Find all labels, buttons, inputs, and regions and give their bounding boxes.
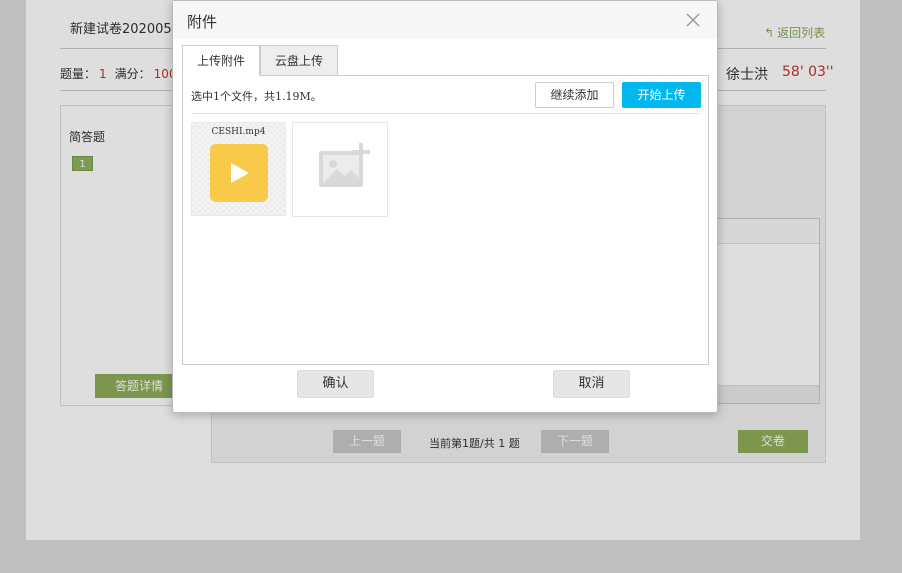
add-file-tile[interactable]	[292, 122, 388, 217]
file-thumbnail[interactable]: CESHI.mp4	[191, 122, 286, 216]
tab-cloud-upload[interactable]: 云盘上传	[260, 45, 338, 76]
upload-area: 选中1个文件，共1.19M。 继续添加 开始上传 CESHI.mp4	[182, 75, 709, 365]
dialog-header: 附件	[173, 1, 717, 39]
selection-summary: 选中1个文件，共1.19M。	[191, 90, 322, 103]
upload-divider	[191, 113, 701, 114]
cancel-button[interactable]: 取消	[553, 370, 630, 398]
add-image-icon	[319, 143, 370, 187]
confirm-button[interactable]: 确认	[297, 370, 374, 398]
attachment-dialog: 附件 上传附件 云盘上传 选中1个文件，共1.19M。 继续添加 开始上传 CE…	[172, 0, 718, 413]
start-upload-button[interactable]: 开始上传	[622, 82, 701, 108]
add-more-button[interactable]: 继续添加	[535, 82, 614, 108]
file-name: CESHI.mp4	[211, 127, 266, 137]
dialog-title: 附件	[187, 13, 218, 31]
tab-upload-attachment[interactable]: 上传附件	[182, 45, 260, 76]
close-icon[interactable]	[685, 12, 701, 28]
video-play-icon	[210, 144, 268, 202]
